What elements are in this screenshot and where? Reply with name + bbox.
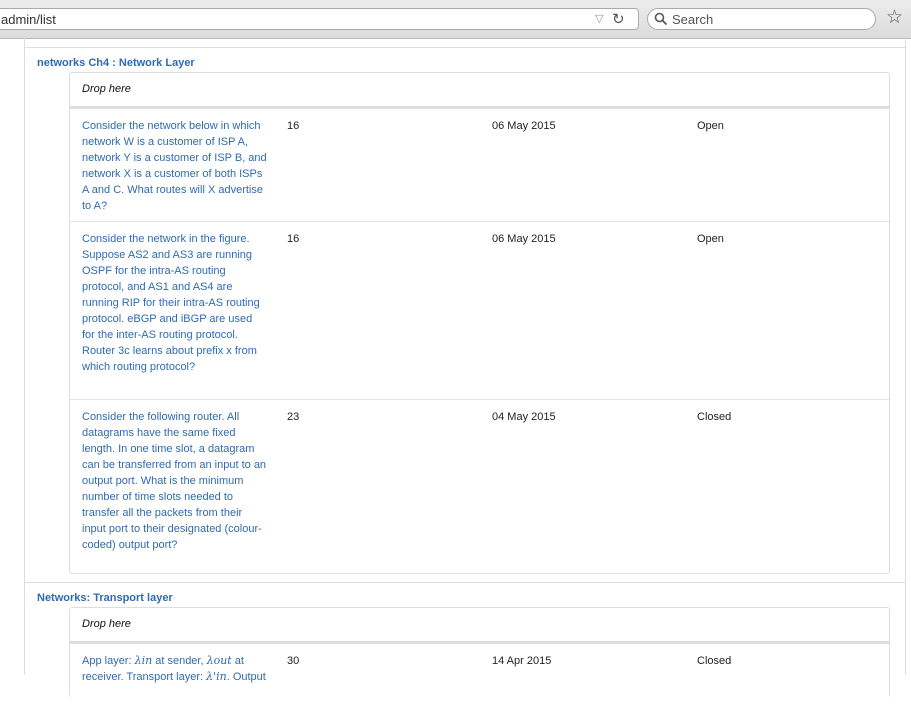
question-text: . Output <box>226 671 266 683</box>
question-link[interactable]: Consider the network in the figure. Supp… <box>82 231 267 375</box>
status-cell: Open <box>697 120 724 132</box>
table-row: Consider the following router. All datag… <box>70 399 889 576</box>
reload-icon[interactable]: ↻ <box>612 10 625 28</box>
status-cell: Closed <box>697 411 732 423</box>
table-row: Consider the network below in which netw… <box>70 108 889 221</box>
address-text[interactable]: admin/list <box>1 12 56 27</box>
count-cell: 30 <box>287 655 300 667</box>
browser-toolbar: admin/list ▽ ↻ Search ☆ <box>0 0 911 39</box>
question-link[interactable]: Consider the network below in which netw… <box>82 118 267 214</box>
math-symbol: λin <box>134 654 153 667</box>
page-border-right <box>905 38 906 675</box>
table-row: Consider the network in the figure. Supp… <box>70 221 889 399</box>
address-bar[interactable]: admin/list ▽ ↻ <box>0 8 639 30</box>
date-cell: 06 May 2015 <box>492 233 556 245</box>
bookmark-star-icon[interactable]: ☆ <box>886 8 903 28</box>
section-divider <box>24 47 905 48</box>
date-cell: 06 May 2015 <box>492 120 556 132</box>
count-cell: 16 <box>287 120 300 132</box>
search-placeholder: Search <box>672 12 714 27</box>
status-cell: Closed <box>697 655 732 667</box>
table-row: App layer: λin at sender, λout at receiv… <box>70 643 889 704</box>
page-border-left <box>24 38 25 675</box>
search-icon <box>654 12 668 26</box>
drop-zone[interactable]: Drop here <box>70 73 889 108</box>
category-title[interactable]: networks Ch4 : Network Layer <box>37 57 195 69</box>
count-cell: 16 <box>287 233 300 245</box>
search-input[interactable]: Search <box>647 8 876 30</box>
dropdown-arrow-icon[interactable]: ▽ <box>595 12 603 25</box>
question-text: App layer: <box>82 655 135 667</box>
math-symbol: λout <box>206 654 232 667</box>
question-link[interactable]: Consider the following router. All datag… <box>82 409 267 553</box>
drop-zone[interactable]: Drop here <box>70 608 889 643</box>
question-link[interactable]: App layer: λin at sender, λout at receiv… <box>82 653 267 685</box>
status-cell: Open <box>697 233 724 245</box>
drop-zone-label: Drop here <box>82 83 131 95</box>
section-divider <box>24 582 905 583</box>
category-title[interactable]: Networks: Transport layer <box>37 592 173 604</box>
date-cell: 04 May 2015 <box>492 411 556 423</box>
date-cell: 14 Apr 2015 <box>492 655 552 667</box>
question-list-panel: Drop here App layer: λin at sender, λout… <box>69 607 890 697</box>
question-list-panel: Drop here Consider the network below in … <box>69 72 890 574</box>
count-cell: 23 <box>287 411 300 423</box>
math-symbol: λ'in <box>206 670 227 683</box>
drop-zone-label: Drop here <box>82 618 131 630</box>
question-text: at sender, <box>152 655 207 667</box>
